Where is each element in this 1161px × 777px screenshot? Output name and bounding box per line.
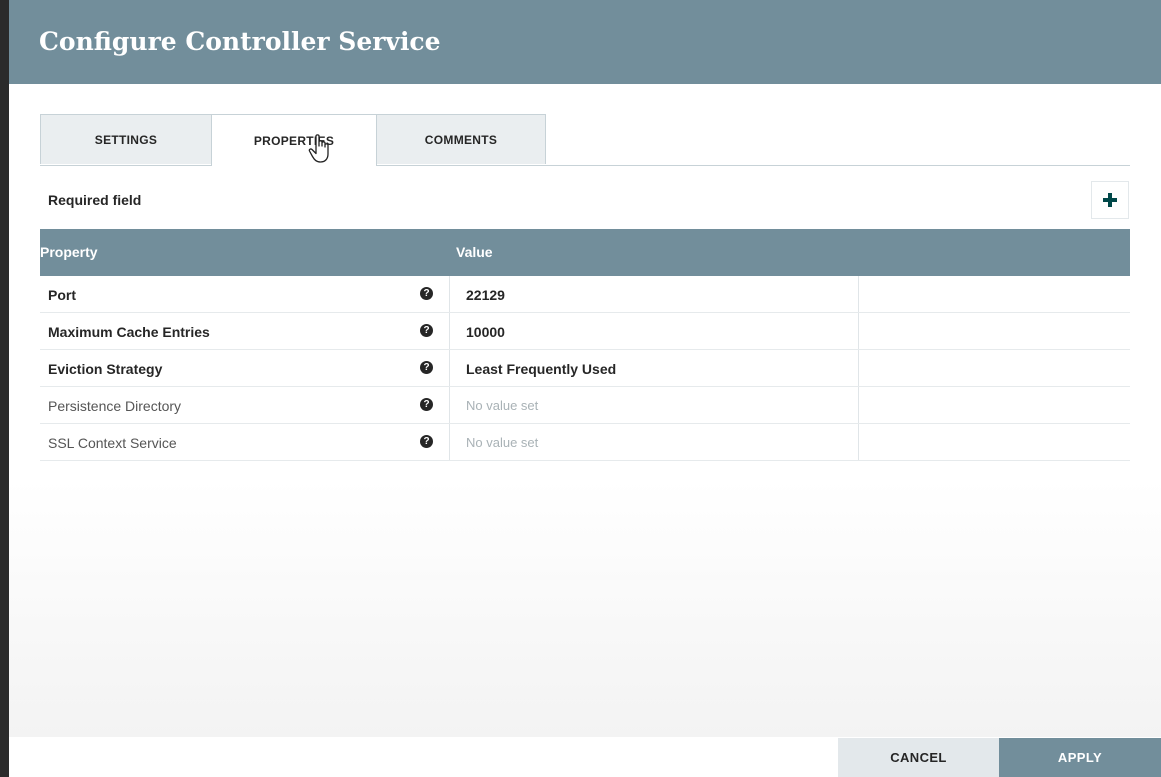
table-row[interactable]: Port ? 22129	[40, 276, 1130, 313]
question-circle-icon[interactable]: ?	[420, 398, 433, 411]
table-header: Property Value	[40, 229, 1130, 276]
table-row[interactable]: Maximum Cache Entries ? 10000	[40, 313, 1130, 350]
configure-controller-service-dialog: Configure Controller Service SETTINGS PR…	[9, 0, 1161, 777]
property-value[interactable]: No value set	[466, 435, 538, 450]
tab-divider	[40, 165, 1130, 166]
tab-settings[interactable]: SETTINGS	[40, 114, 212, 164]
property-name: Persistence Directory	[48, 398, 182, 414]
dialog-body-background	[9, 480, 1161, 737]
property-value[interactable]: No value set	[466, 398, 538, 413]
table-row[interactable]: SSL Context Service ? No value set	[40, 424, 1130, 461]
column-header-value: Value	[456, 244, 493, 260]
tab-comments[interactable]: COMMENTS	[376, 114, 546, 164]
add-property-button[interactable]	[1091, 181, 1129, 219]
tab-bar: SETTINGS PROPERTIES COMMENTS	[40, 114, 1130, 166]
table-row[interactable]: Persistence Directory ? No value set	[40, 387, 1130, 424]
plus-icon	[1103, 193, 1117, 207]
tab-properties[interactable]: PROPERTIES	[211, 114, 377, 166]
question-circle-icon[interactable]: ?	[420, 287, 433, 300]
cancel-button[interactable]: CANCEL	[838, 738, 999, 777]
dialog-header: Configure Controller Service	[9, 0, 1161, 84]
property-name: Eviction Strategy	[48, 361, 163, 377]
property-name: Port	[48, 287, 76, 303]
apply-button[interactable]: APPLY	[999, 738, 1161, 777]
property-value[interactable]: Least Frequently Used	[466, 361, 616, 377]
property-name: SSL Context Service	[48, 435, 177, 451]
property-value[interactable]: 10000	[466, 324, 505, 340]
question-circle-icon[interactable]: ?	[420, 361, 433, 374]
column-header-property: Property	[40, 244, 98, 260]
question-circle-icon[interactable]: ?	[420, 435, 433, 448]
dialog-title: Configure Controller Service	[39, 27, 441, 56]
hand-pointer-cursor-icon	[308, 134, 329, 163]
question-circle-icon[interactable]: ?	[420, 324, 433, 337]
dialog-footer: CANCEL APPLY	[9, 738, 1161, 777]
property-name: Maximum Cache Entries	[48, 324, 210, 340]
property-value[interactable]: 22129	[466, 287, 505, 303]
table-row[interactable]: Eviction Strategy ? Least Frequently Use…	[40, 350, 1130, 387]
required-field-label: Required field	[48, 192, 142, 208]
properties-table: Property Value Port ? 22129 Maximum Cach…	[40, 229, 1130, 461]
